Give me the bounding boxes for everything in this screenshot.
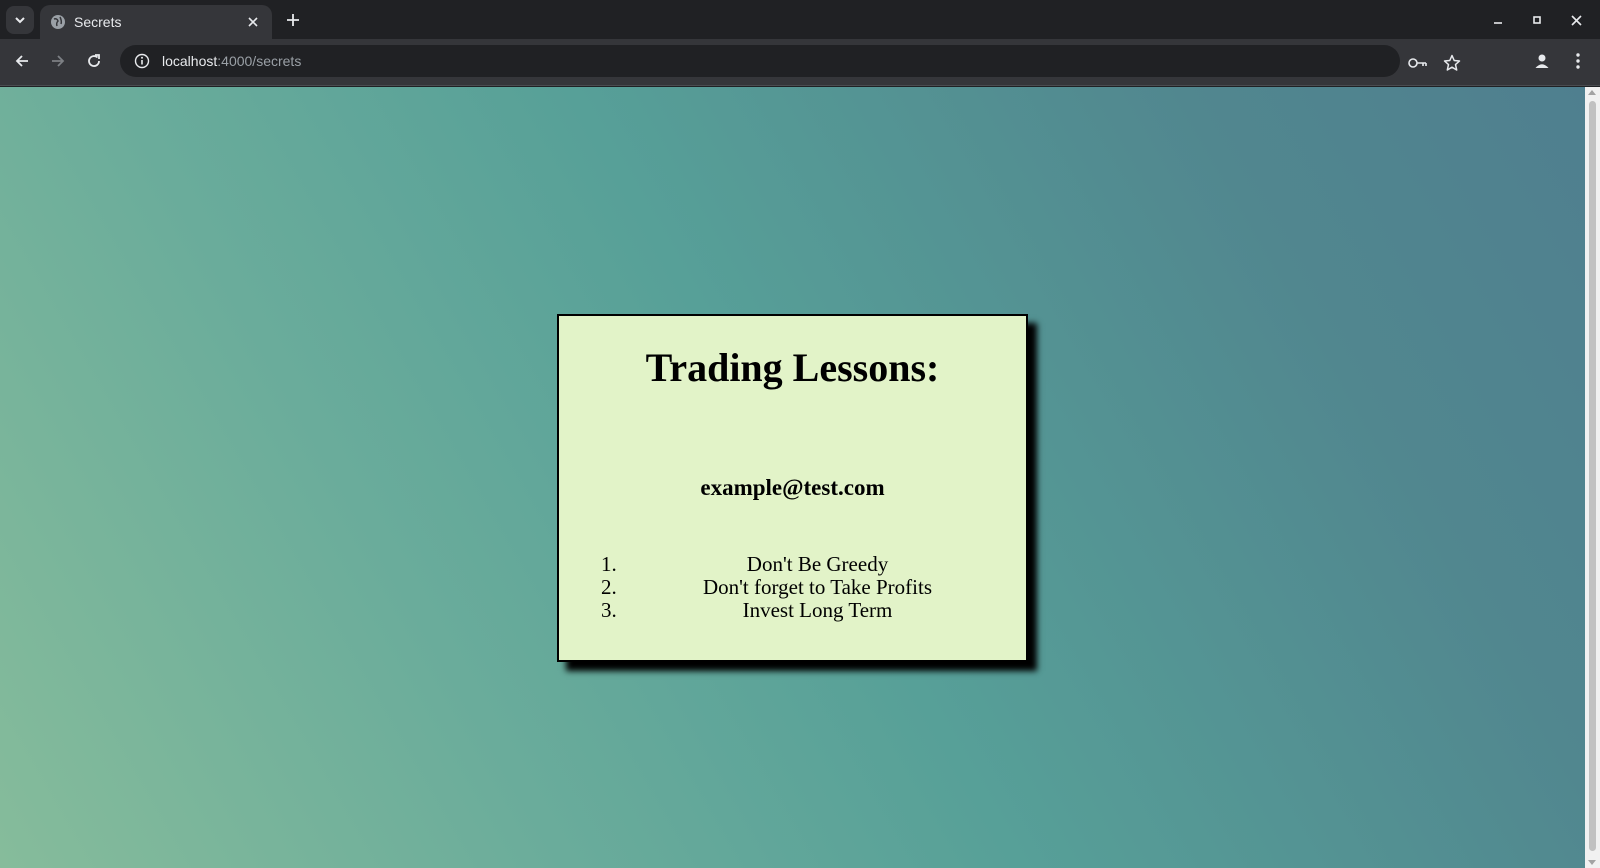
password-key-icon[interactable] (1408, 53, 1428, 73)
maximize-icon (1533, 16, 1541, 24)
lesson-text: Don't Be Greedy (746, 552, 889, 576)
tab-strip: Secrets (0, 0, 1600, 39)
address-bar[interactable]: localhost:4000/secrets (120, 45, 1461, 77)
minimize-icon (1494, 22, 1502, 24)
globe-icon (50, 14, 66, 30)
toolbar: localhost:4000/secrets (0, 39, 1600, 86)
reload-button[interactable] (80, 47, 108, 75)
tab-secrets[interactable]: Secrets (40, 5, 272, 39)
list-number: 3. (601, 598, 617, 622)
vertical-scrollbar[interactable] (1585, 87, 1600, 868)
new-tab-button[interactable] (281, 8, 305, 32)
arrow-right-icon (52, 55, 65, 67)
scroll-down-arrow-icon[interactable] (1588, 860, 1596, 865)
url-host: localhost (162, 53, 218, 69)
page-title: Trading Lessons: (645, 345, 940, 390)
url-text: localhost:4000/secrets (162, 53, 301, 69)
list-item: 1. Don't Be Greedy (559, 553, 1026, 576)
plus-icon (287, 14, 299, 26)
forward-button[interactable] (44, 47, 72, 75)
tab-search-button[interactable] (6, 6, 34, 34)
scroll-up-arrow-icon[interactable] (1588, 90, 1596, 95)
lesson-text: Invest Long Term (742, 598, 893, 622)
back-button[interactable] (8, 47, 36, 75)
close-icon[interactable] (244, 13, 262, 31)
profile-button[interactable] (1528, 47, 1556, 75)
minimize-button[interactable] (1484, 6, 1512, 34)
tab-title: Secrets (74, 14, 122, 30)
list-number: 1. (601, 552, 617, 576)
chevron-down-icon (15, 17, 25, 24)
reload-icon (88, 54, 100, 67)
user-email: example@test.com (700, 475, 885, 500)
list-number: 2. (601, 575, 617, 599)
lessons-list: 1. Don't Be Greedy 2. Don't forget to Take… (559, 553, 1026, 622)
maximize-button[interactable] (1523, 6, 1551, 34)
list-item: 3. Invest Long Term (559, 599, 1026, 622)
lessons-card: Trading Lessons: example@test.com 1. Don'… (557, 314, 1028, 662)
close-icon (1570, 14, 1582, 26)
kebab-menu-icon (1576, 53, 1580, 69)
star-icon[interactable] (1442, 53, 1462, 73)
close-window-button[interactable] (1562, 6, 1590, 34)
profile-icon (1535, 54, 1549, 68)
page-viewport: Trading Lessons: example@test.com 1. Don'… (0, 87, 1585, 868)
url-path: :4000/secrets (217, 53, 302, 69)
list-item: 2. Don't forget to Take Profits (559, 576, 1026, 599)
lesson-text: Don't forget to Take Profits (702, 575, 932, 599)
arrow-left-icon (15, 55, 28, 67)
scroll-thumb[interactable] (1589, 101, 1596, 851)
info-icon[interactable] (134, 53, 150, 69)
menu-button[interactable] (1564, 47, 1592, 75)
